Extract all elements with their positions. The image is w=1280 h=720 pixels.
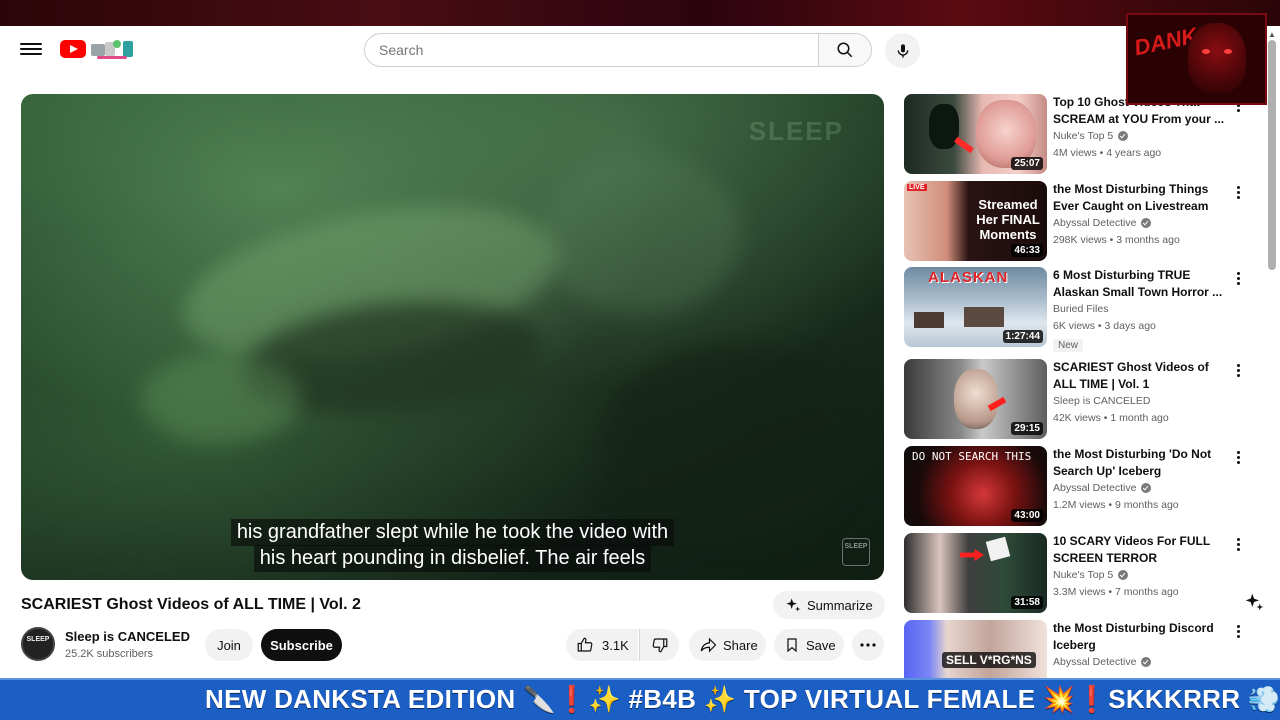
video-thumbnail[interactable]: ALASKAN 1:27:44 [904,267,1047,347]
more-actions-button[interactable] [852,629,884,661]
like-button[interactable]: 3.1K [566,629,638,661]
video-duration: 1:27:44 [1002,330,1043,343]
recommended-meta: 1.2M views • 9 months ago [1053,499,1179,511]
ai-sparkle-icon[interactable] [1244,592,1264,612]
overlay-mascot [1188,23,1246,93]
video-duration: 31:58 [1011,596,1043,609]
more-options-icon[interactable] [1232,183,1244,201]
youtube-logo[interactable] [60,38,137,60]
verified-icon [1118,131,1129,141]
video-title: SCARIEST Ghost Videos of ALL TIME | Vol.… [21,596,361,613]
recommended-channel[interactable]: Abyssal Detective [1053,656,1152,668]
video-thumbnail[interactable]: LIVE Streamed Her FINAL Moments 46:33 [904,181,1047,261]
recommended-channel[interactable]: Nuke's Top 5 [1053,130,1129,142]
recommended-video-title[interactable]: 10 SCARY Videos For FULL SCREEN TERROR [1053,533,1233,567]
caption-line: his heart pounding in disbelief. The air… [21,545,884,572]
like-count: 3.1K [602,637,629,653]
youtube-play-icon [60,40,86,58]
verified-icon [1118,570,1129,580]
summarize-button[interactable]: Summarize [773,591,885,619]
share-button[interactable]: Share [689,629,766,661]
bookmark-icon [787,638,797,653]
recommended-channel[interactable]: Abyssal Detective [1053,217,1152,229]
streamer-cam-overlay: DANK [1126,13,1267,105]
recommended-video[interactable]: 29:15 SCARIEST Ghost Videos of ALL TIME … [904,359,1254,441]
recommended-meta: 4M views • 4 years ago [1053,147,1162,159]
video-thumbnail[interactable]: 31:58 [904,533,1047,613]
ticker-text: NEW DANKSTA EDITION 🔪❗✨ #B4B ✨ TOP VIRTU… [205,684,1280,714]
recommended-video[interactable]: SELL V*RG*NS the Most Disturbing Discord… [904,620,1254,678]
search-icon [837,42,853,58]
custom-logo-art [89,38,137,60]
recommended-video[interactable]: 31:58 10 SCARY Videos For FULL SCREEN TE… [904,533,1254,615]
more-horizontal-icon [860,643,876,647]
join-button[interactable]: Join [205,629,253,661]
video-duration: 25:07 [1011,157,1043,170]
recommended-video-title[interactable]: the Most Disturbing 'Do Not Search Up' I… [1053,446,1233,480]
verified-icon [1141,483,1152,493]
search-input[interactable] [364,33,819,67]
recommended-video-title[interactable]: the Most Disturbing Discord Iceberg [1053,620,1233,654]
video-duration: 46:33 [1011,244,1043,257]
scroll-up-arrow-icon[interactable]: ▲ [1268,30,1276,39]
sparkle-icon [786,598,801,612]
stream-ticker-banner: NEW DANKSTA EDITION 🔪❗✨ #B4B ✨ TOP VIRTU… [0,678,1280,720]
stream-top-border [0,0,1280,26]
recommended-video[interactable]: DO NOT SEARCH THIS 43:00 the Most Distur… [904,446,1254,528]
voice-search-button[interactable] [885,33,920,68]
video-thumbnail[interactable]: SELL V*RG*NS [904,620,1047,678]
recommended-meta: 3.3M views • 7 months ago [1053,586,1179,598]
thumbnail-caption: SELL V*RG*NS [942,652,1036,668]
recommended-video-title[interactable]: SCARIEST Ghost Videos of ALL TIME | Vol.… [1053,359,1233,393]
dislike-button[interactable] [639,629,679,661]
search-button[interactable] [818,33,872,67]
menu-icon[interactable] [20,40,42,58]
thumbnail-caption: DO NOT SEARCH THIS [912,450,1032,463]
recommended-video-title[interactable]: the Most Disturbing Things Ever Caught o… [1053,181,1233,215]
microphone-icon [897,43,908,58]
channel-watermark[interactable]: SLEEP [842,538,870,566]
caption-line: his grandfather slept while he took the … [21,519,884,546]
recommended-meta: 6K views • 3 days ago [1053,320,1156,332]
verified-icon [1141,657,1152,667]
share-icon [700,637,717,653]
recommended-video[interactable]: ALASKAN 1:27:44 6 Most Disturbing TRUE A… [904,267,1254,352]
subscriber-count: 25.2K subscribers [65,648,154,660]
more-options-icon[interactable] [1232,448,1244,466]
more-options-icon[interactable] [1232,622,1244,640]
thumbnail-caption: Streamed Her FINAL Moments [976,197,1040,242]
subscribe-button[interactable]: Subscribe [261,629,342,661]
channel-avatar[interactable]: SLEEP [21,627,55,661]
more-options-icon[interactable] [1232,269,1244,287]
recommended-video-title[interactable]: 6 Most Disturbing TRUE Alaskan Small Tow… [1053,267,1233,301]
verified-icon [1141,218,1152,228]
video-watermark-large: SLEEP [748,116,844,146]
thumbnail-caption: ALASKAN [928,269,1009,286]
recommended-meta: 298K views • 3 months ago [1053,234,1180,246]
more-options-icon[interactable] [1232,535,1244,553]
youtube-watch-page: SLEEP his grandfather slept while he too… [0,26,1280,678]
recommended-channel[interactable]: Buried Files [1053,303,1108,315]
video-player[interactable]: SLEEP his grandfather slept while he too… [21,94,884,580]
live-tag: LIVE [907,184,927,191]
channel-name[interactable]: Sleep is CANCELED [65,629,190,644]
recommended-channel[interactable]: Nuke's Top 5 [1053,569,1129,581]
thumbs-up-icon [577,637,593,652]
recommended-video[interactable]: LIVE Streamed Her FINAL Moments 46:33 th… [904,181,1254,263]
recommended-meta: 42K views • 1 month ago [1053,412,1169,424]
video-thumbnail[interactable]: 29:15 [904,359,1047,439]
video-duration: 43:00 [1011,509,1043,522]
scrollbar-thumb[interactable] [1268,40,1276,270]
recommended-channel[interactable]: Abyssal Detective [1053,482,1152,494]
video-thumbnail[interactable]: DO NOT SEARCH THIS 43:00 [904,446,1047,526]
save-button[interactable]: Save [774,629,844,661]
recommended-channel[interactable]: Sleep is CANCELED [1053,395,1150,407]
thumbs-down-icon [652,638,667,653]
video-duration: 29:15 [1011,422,1043,435]
more-options-icon[interactable] [1232,361,1244,379]
video-thumbnail[interactable]: 25:07 [904,94,1047,174]
new-badge: New [1053,339,1084,352]
recommended-video[interactable]: 25:07 Top 10 Ghost Videos That SCREAM at… [904,94,1254,176]
